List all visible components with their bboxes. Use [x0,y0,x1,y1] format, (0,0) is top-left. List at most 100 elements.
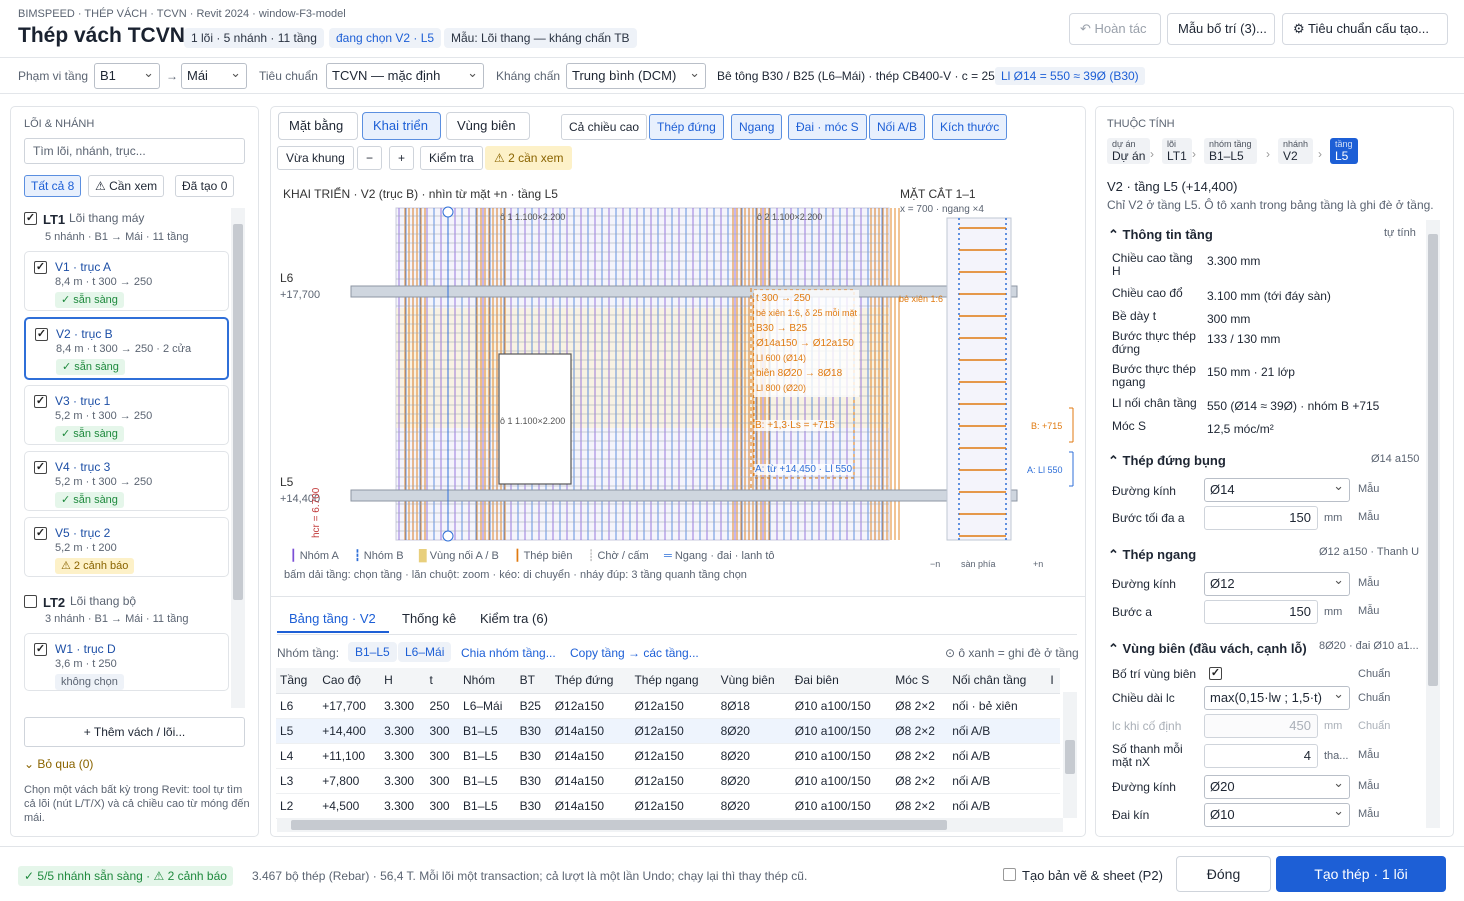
layer-ties[interactable]: Đai · móc S [788,114,867,140]
table-cell[interactable]: +4,500 [318,793,381,819]
wall-checkbox[interactable]: ✓ [34,395,47,408]
table-cell[interactable]: Ø12a150 [630,793,717,819]
filter-review-button[interactable]: ⚠ Cần xem [88,175,165,197]
cores-scrollbar[interactable] [231,208,245,708]
table-cell[interactable]: 8Ø20 [716,743,791,769]
table-cell[interactable]: 300 [425,793,460,819]
table-cell[interactable]: B1–L5 [459,768,516,794]
column-header[interactable]: H [380,668,426,694]
boundary-fixed-length-input[interactable]: 450 [1204,714,1318,738]
group-chip-l6-mai[interactable]: L6–Mái [398,642,452,662]
scope-crumb[interactable]: dự án Dự án [1107,138,1151,164]
table-cell[interactable]: nối A/B [948,793,1047,819]
table-cell[interactable]: B30 [515,743,551,769]
table-cell[interactable]: L4 [276,743,319,769]
table-cell[interactable]: Ø10 a100/150 [790,768,892,794]
tab-elevation[interactable]: Khai triển [362,112,441,140]
table-cell[interactable]: L5 [276,718,319,744]
layer-horizontal[interactable]: Ngang [731,114,783,140]
table-cell[interactable]: Ø12a150 [630,693,717,719]
boundary-enabled-checkbox[interactable]: ✓ [1209,667,1222,680]
filter-all-button[interactable]: Tất cả 8 [24,175,82,197]
properties-scrollbar[interactable] [1426,220,1440,828]
undo-button[interactable]: ↶ Hoàn tác [1069,13,1161,45]
table-cell[interactable]: 3.300 [380,793,426,819]
table-cell[interactable]: Ø12a150 [630,718,717,744]
table-cell[interactable]: Ø10 a100/150 [790,743,892,769]
horizontal-spacing-input[interactable]: 150 [1204,600,1318,624]
floor-info-section[interactable]: ⌃ Thông tin tầng [1108,227,1213,243]
standard-radio[interactable]: Chuẩn [1358,720,1390,732]
template-radio[interactable]: Mẫu [1358,780,1379,792]
table-cell[interactable]: Ø8 2×2 [891,718,949,744]
wall-card-v5[interactable]: ✓ V5 · trục 2 5,2 m · t 200 ⚠ 2 cảnh báo [24,517,229,577]
table-cell[interactable]: L3 [276,768,319,794]
tab-boundary[interactable]: Vùng biên [446,112,530,140]
table-cell[interactable]: B25 [515,693,551,719]
add-wall-button[interactable]: + Thêm vách / lõi... [24,717,245,747]
column-header[interactable]: t [425,668,460,694]
standard-select[interactable]: TCVN — mặc định [326,63,484,89]
wall-card-v1[interactable]: ✓ V1 · trục A 8,4 m · t 300 → 250 ✓ sẵn … [24,251,229,311]
wall-card-v3[interactable]: ✓ V3 · trục 1 5,2 m · t 300 → 250 ✓ sẵn … [24,385,229,445]
table-cell[interactable]: 300 [425,743,460,769]
scope-crumb[interactable]: tầng L5 [1330,138,1358,164]
table-cell[interactable]: 3.300 [380,768,426,794]
column-header[interactable]: Nhóm [459,668,516,694]
table-row[interactable]: L2 +4,500 3.300 300 B1–L5 B30 Ø14a150 Ø12a150 8Ø… [276,793,1060,819]
column-header[interactable]: Cao độ [318,668,381,694]
layer-full-height[interactable]: Cả chiều cao [561,114,648,140]
table-cell[interactable]: +7,800 [318,768,381,794]
tab-plan[interactable]: Mặt bằng [278,112,358,140]
tab-floor-table[interactable]: Bảng tầng · V2 [289,611,376,626]
table-cell[interactable]: 8Ø18 [716,693,791,719]
close-button[interactable]: Đóng [1176,856,1271,892]
table-row[interactable]: L4 +11,100 3.300 300 B1–L5 B30 Ø14a150 Ø12a150 8… [276,743,1060,769]
zoom-out-button[interactable]: − [357,146,383,170]
table-vscroll[interactable] [1063,692,1077,818]
table-cell[interactable]: nối · bẻ xiên [948,693,1047,719]
table-cell[interactable]: Ø14a150 [550,793,631,819]
wall-checkbox[interactable]: ✓ [34,527,47,540]
group-chip-b1-l5[interactable]: B1–L5 [348,642,397,662]
template-radio[interactable]: Mẫu [1358,483,1379,495]
table-cell[interactable]: 250 [425,693,460,719]
wall-card-v2[interactable]: ✓ V2 · trục B 8,4 m · t 300 → 250 · 2 cử… [24,317,229,380]
boundary-length-select[interactable]: max(0,15·lw ; 1,5·t) [1204,686,1350,710]
table-cell[interactable]: L6 [276,693,319,719]
boundary-diameter-select[interactable]: Ø20 [1204,775,1350,799]
table-cell[interactable]: nối A/B [948,768,1047,794]
standards-button[interactable]: ⚙ Tiêu chuẩn cấu tạo... [1282,13,1448,45]
elevation-canvas[interactable] [271,178,1085,596]
vertical-steel-section[interactable]: ⌃ Thép đứng bụng [1108,453,1226,469]
table-cell[interactable]: Ø14a150 [550,743,631,769]
copy-floor-link[interactable]: Copy tầng → các tầng... [570,646,699,660]
template-radio[interactable]: Mẫu [1358,577,1379,589]
table-cell[interactable]: nối A/B [948,743,1047,769]
vertical-max-spacing-input[interactable]: 150 [1204,506,1318,530]
fit-button[interactable]: Vừa khung [277,146,354,170]
horizontal-diameter-select[interactable]: Ø12 [1204,572,1350,596]
table-cell[interactable]: nối A/B [948,718,1047,744]
table-cell[interactable]: +11,100 [318,743,381,769]
horizontal-steel-section[interactable]: ⌃ Thép ngang [1108,547,1196,563]
wall-checkbox[interactable]: ✓ [34,643,47,656]
table-cell[interactable]: +14,400 [318,718,381,744]
column-header[interactable]: Thép đứng [550,668,631,694]
wall-checkbox[interactable]: ✓ [35,328,48,341]
template-radio[interactable]: Mẫu [1358,605,1379,617]
table-cell[interactable]: Ø14a150 [550,768,631,794]
table-cell[interactable]: 3.300 [380,718,426,744]
table-row[interactable]: L5 +14,400 3.300 300 B1–L5 B30 Ø14a150 Ø12a150 8… [276,718,1060,744]
table-cell[interactable]: Ø14a150 [550,718,631,744]
table-cell[interactable]: 300 [425,718,460,744]
table-cell[interactable]: 8Ø20 [716,768,791,794]
wall-card-w1[interactable]: ✓ W1 · trục D 3,6 m · t 250 không chọn [24,633,229,691]
wall-checkbox[interactable]: ✓ [34,461,47,474]
table-cell[interactable]: L2 [276,793,319,819]
range-from-select[interactable]: B1 [94,63,160,89]
table-cell[interactable]: Ø8 2×2 [891,768,949,794]
create-sheet-checkbox[interactable] [1003,868,1016,881]
zoom-in-button[interactable]: + [389,146,415,170]
column-header[interactable]: Đai biên [790,668,892,694]
